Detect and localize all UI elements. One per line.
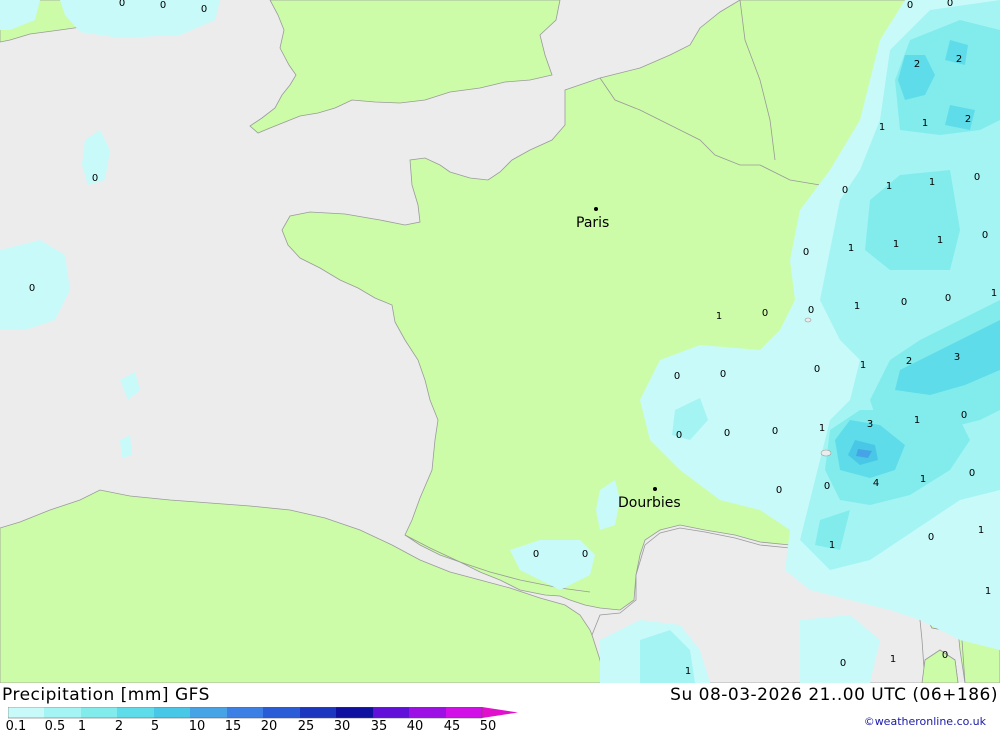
value-label: 1: [920, 474, 926, 485]
legend-swatch: [154, 707, 190, 718]
city-paris-marker: [594, 207, 598, 211]
value-label: 0: [776, 485, 782, 496]
credit-link[interactable]: ©weatheronline.co.uk: [864, 715, 986, 728]
legend-tick: 45: [443, 719, 461, 734]
value-label: 1: [854, 301, 860, 312]
value-label: 0: [974, 172, 980, 183]
legend-tick: 2: [114, 719, 124, 734]
value-label: 0: [945, 293, 951, 304]
legend-swatch: [44, 707, 81, 718]
value-label: 0: [201, 4, 207, 15]
legend-swatch: [373, 707, 409, 718]
value-label: 1: [937, 235, 943, 246]
value-label: 1: [716, 311, 722, 322]
value-label: 0: [942, 650, 948, 661]
legend-swatch: [117, 707, 154, 718]
legend-tick: 5: [150, 719, 160, 734]
legend-swatch: [263, 707, 300, 718]
value-label: 1: [848, 243, 854, 254]
legend-tick: 35: [370, 719, 388, 734]
precipitation-map: Paris Dourbies 0 0 0 0 0 2 2 1 1 2 0 1 1…: [0, 0, 1000, 683]
legend-tick: 30: [333, 719, 351, 734]
map-footer: Precipitation [mm] GFS Su 08-03-2026 21.…: [0, 683, 1000, 734]
value-label: 0: [772, 426, 778, 437]
value-label: 0: [969, 468, 975, 479]
legend-tick: 40: [406, 719, 424, 734]
value-label: 1: [819, 423, 825, 434]
value-label: 0: [582, 549, 588, 560]
legend-tick: 0.5: [44, 719, 66, 734]
value-label: 1: [890, 654, 896, 665]
value-label: 1: [829, 540, 835, 551]
value-label: 1: [685, 666, 691, 677]
value-label: 0: [901, 297, 907, 308]
value-label: 0: [119, 0, 125, 9]
value-label: 2: [956, 54, 962, 65]
value-label: 4: [873, 478, 879, 489]
legend-swatch: [8, 707, 44, 718]
legend-swatch: [336, 707, 373, 718]
legend-swatch: [190, 707, 227, 718]
value-label: 0: [947, 0, 953, 9]
value-label: 3: [954, 352, 960, 363]
value-label: 0: [676, 430, 682, 441]
value-label: 0: [720, 369, 726, 380]
legend-tick: 15: [224, 719, 242, 734]
city-dourbies-label: Dourbies: [618, 495, 681, 511]
map-canvas: Paris Dourbies 0 0 0 0 0 2 2 1 1 2 0 1 1…: [0, 0, 1000, 683]
legend-tick: 20: [260, 719, 278, 734]
legend-tick: 0.1: [5, 719, 27, 734]
legend-tick: 1: [77, 719, 87, 734]
value-label: 1: [886, 181, 892, 192]
legend-swatch: [446, 707, 482, 718]
value-label: 0: [928, 532, 934, 543]
value-label: 0: [840, 658, 846, 669]
city-paris-label: Paris: [576, 215, 609, 231]
legend-swatch: [227, 707, 263, 718]
value-label: 0: [803, 247, 809, 258]
precip-legend-bar: [8, 707, 518, 719]
value-label: 0: [674, 371, 680, 382]
value-label: 1: [991, 288, 997, 299]
value-label: 0: [160, 0, 166, 11]
value-label: 0: [982, 230, 988, 241]
legend-swatch: [81, 707, 117, 718]
value-label: 0: [961, 410, 967, 421]
value-label: 1: [914, 415, 920, 426]
value-label: 0: [29, 283, 35, 294]
value-label: 0: [842, 185, 848, 196]
value-label: 2: [914, 59, 920, 70]
value-label: 0: [814, 364, 820, 375]
value-label: 0: [824, 481, 830, 492]
legend-tick: 10: [188, 719, 206, 734]
legend-tick: 50: [479, 719, 497, 734]
legend-swatch: [409, 707, 446, 718]
city-dourbies-marker: [653, 487, 657, 491]
value-label: 1: [922, 118, 928, 129]
map-title: Precipitation [mm] GFS: [2, 685, 210, 705]
value-label: 1: [978, 525, 984, 536]
value-label: 2: [965, 114, 971, 125]
value-label: 3: [867, 419, 873, 430]
legend-arrow: [482, 707, 518, 718]
forecast-datetime: Su 08-03-2026 21..00 UTC (06+186): [670, 685, 998, 705]
value-label: 1: [860, 360, 866, 371]
value-label: 0: [808, 305, 814, 316]
value-label: 1: [893, 239, 899, 250]
value-label: 1: [929, 177, 935, 188]
value-label: 0: [724, 428, 730, 439]
legend-swatch: [300, 707, 336, 718]
value-label: 2: [906, 356, 912, 367]
value-label: 0: [533, 549, 539, 560]
value-label: 0: [762, 308, 768, 319]
value-label: 0: [907, 0, 913, 11]
value-label: 1: [985, 586, 991, 597]
value-label: 1: [879, 122, 885, 133]
legend-tick: 25: [297, 719, 315, 734]
value-label: 0: [92, 173, 98, 184]
